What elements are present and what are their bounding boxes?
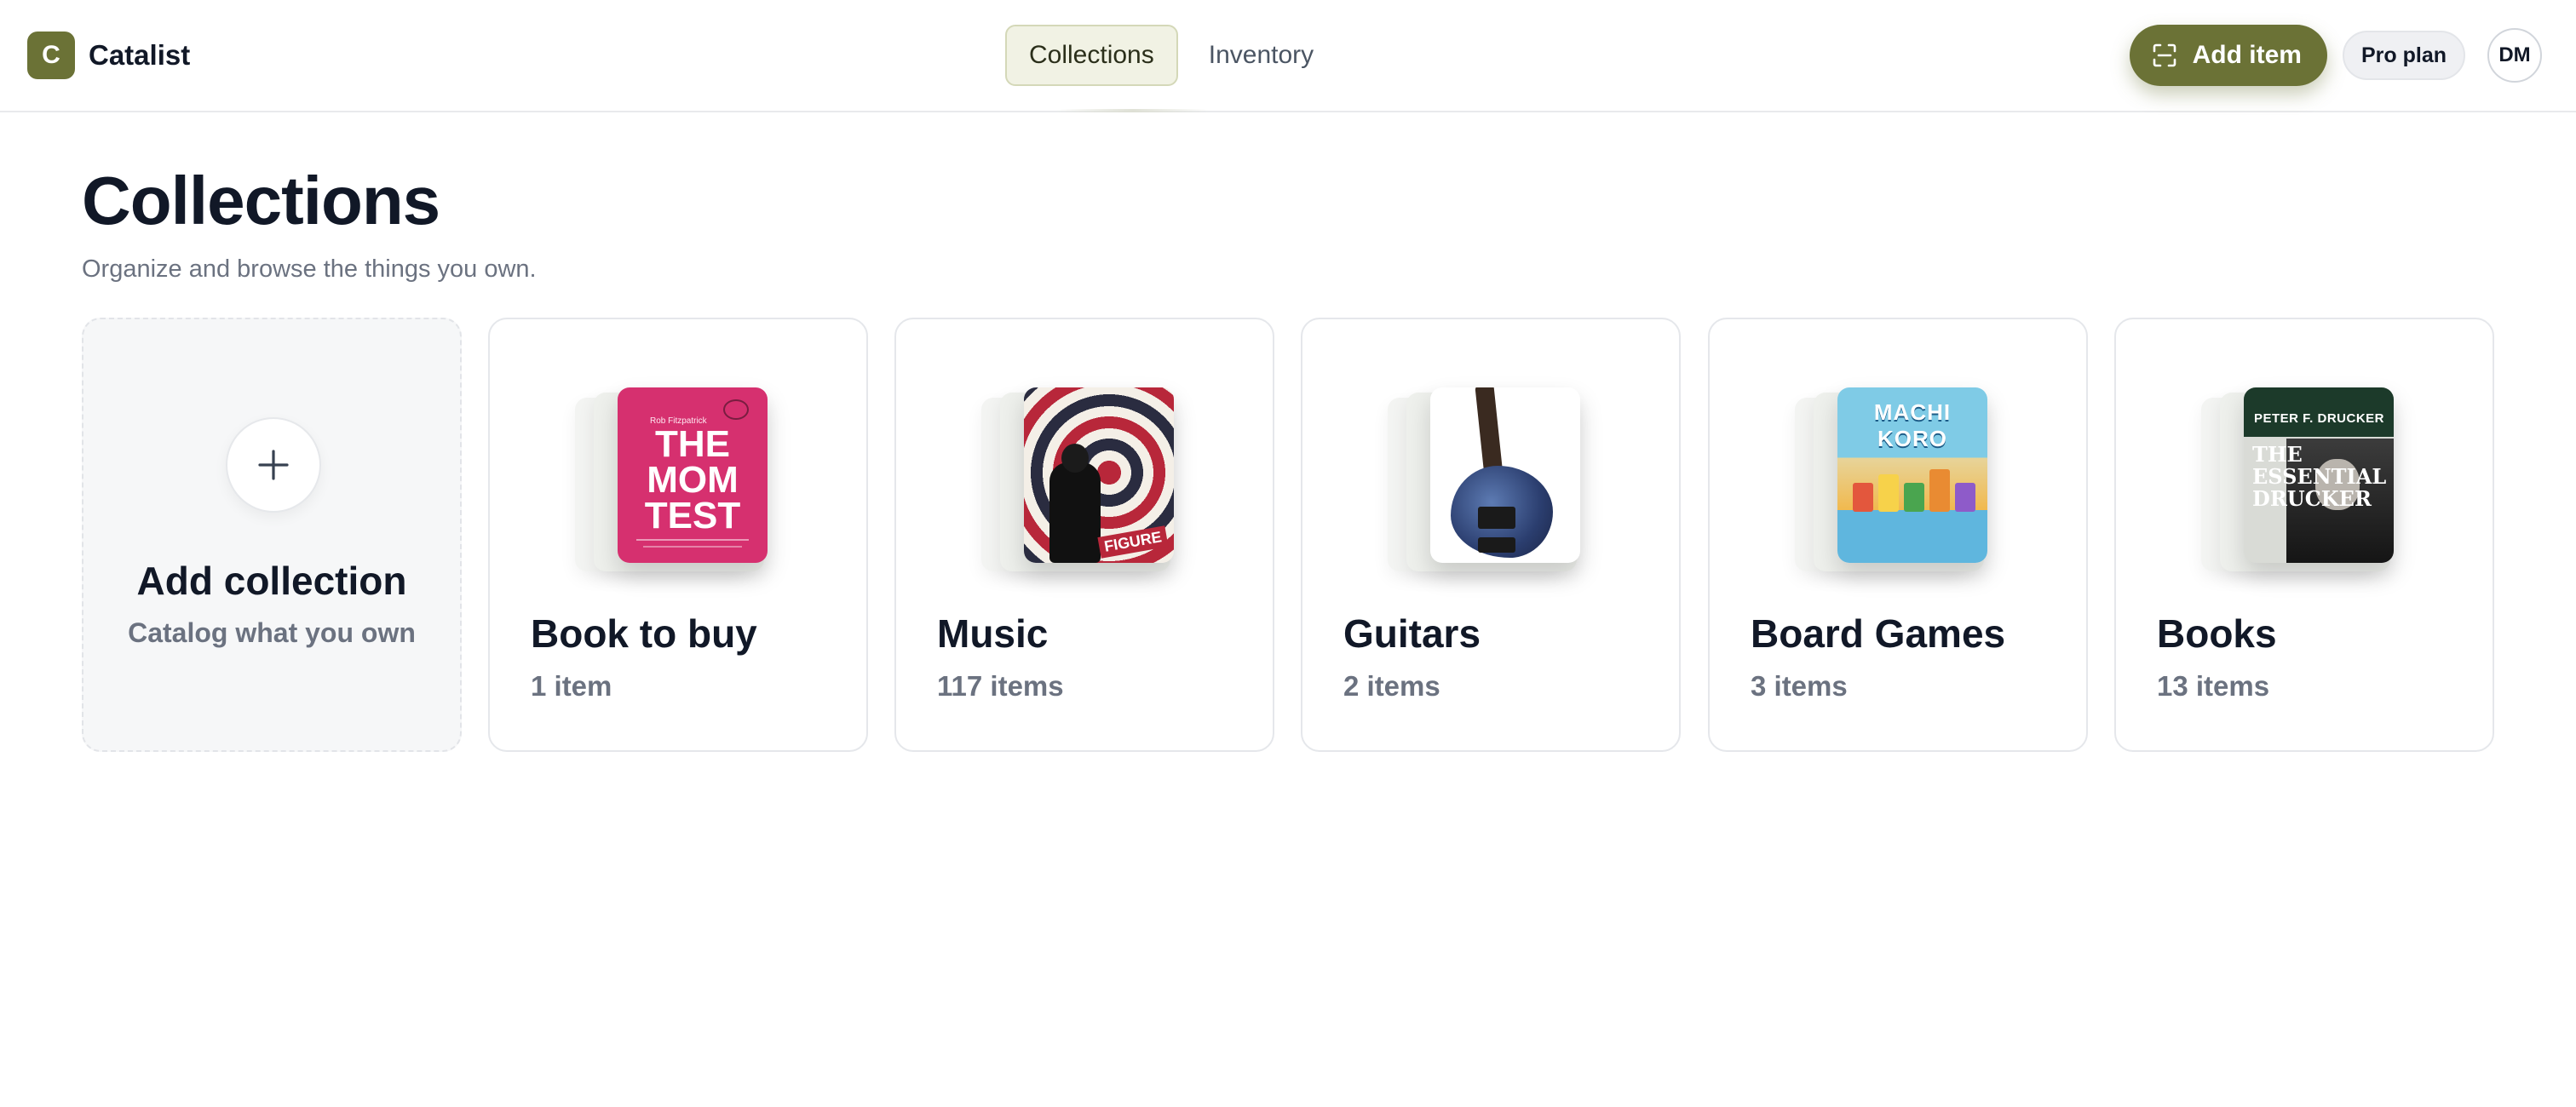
building-art xyxy=(1853,483,1873,512)
building-art xyxy=(1878,474,1899,512)
cover-tagline-line xyxy=(643,546,742,548)
tab-inventory[interactable]: Inventory xyxy=(1185,25,1337,86)
guitar-neck xyxy=(1475,387,1504,479)
cover-title: THE ESSENTIAL DRUCKER xyxy=(2252,442,2387,511)
collection-cover-stack xyxy=(1388,387,1592,575)
avatar[interactable]: DM xyxy=(2487,28,2542,83)
app-name: Catalist xyxy=(89,39,191,71)
collection-cover-stack: MACHI KORO xyxy=(1795,387,1999,575)
the-mom-test-book-cover: Rob Fitzpatrick THE MOM TEST xyxy=(618,387,768,563)
top-bar: C Catalist Collections Inventory Add ite… xyxy=(0,0,2576,112)
page-subtitle: Organize and browse the things you own. xyxy=(82,255,537,283)
tab-collections[interactable]: Collections xyxy=(1005,25,1178,86)
collection-count: 3 items xyxy=(1751,670,1848,702)
add-collection-subtitle: Catalog what you own xyxy=(128,617,416,648)
brand[interactable]: C Catalist xyxy=(27,31,190,80)
collection-cover-stack: PETER F. DRUCKER THE ESSENTIAL DRUCKER xyxy=(2201,387,2406,575)
collection-name: Music xyxy=(937,611,1049,656)
app-logo: C xyxy=(27,32,75,79)
cover-author: PETER F. DRUCKER xyxy=(2254,411,2385,426)
figure-head xyxy=(1061,444,1089,473)
collection-cover-stack: FIGURE xyxy=(981,387,1186,575)
doodle-decoration xyxy=(723,399,749,420)
collection-card-books[interactable]: PETER F. DRUCKER THE ESSENTIAL DRUCKER Boo… xyxy=(2114,318,2494,752)
scan-icon xyxy=(2152,43,2177,68)
collection-count: 1 item xyxy=(531,670,612,702)
collection-count: 13 items xyxy=(2157,670,2270,702)
collection-count: 117 items xyxy=(937,670,1064,702)
header-actions: Add item Pro plan DM xyxy=(2129,25,2542,86)
bass-guitar-photo xyxy=(1430,387,1580,563)
building-art xyxy=(1904,483,1924,512)
essential-drucker-book-cover: PETER F. DRUCKER THE ESSENTIAL DRUCKER xyxy=(2244,387,2394,563)
plan-badge[interactable]: Pro plan xyxy=(2342,31,2465,80)
collection-name: Books xyxy=(2157,611,2277,656)
collection-card-board-games[interactable]: MACHI KORO Board Games 3 items xyxy=(1708,318,2088,752)
add-collection-title: Add collection xyxy=(136,559,407,603)
figure-silhouette xyxy=(1049,462,1101,563)
add-item-button[interactable]: Add item xyxy=(2129,25,2327,86)
guitar-pickup xyxy=(1478,537,1515,553)
collection-name: Board Games xyxy=(1751,611,2006,656)
building-art xyxy=(1929,469,1950,512)
cover-tagline-line xyxy=(636,539,749,541)
add-item-label: Add item xyxy=(2192,41,2302,69)
page-title: Collections xyxy=(82,163,440,238)
collection-name: Guitars xyxy=(1343,611,1481,656)
cover-title: THE MOM TEST xyxy=(644,423,741,536)
nav-divider xyxy=(1056,109,1210,112)
building-art xyxy=(1955,483,1975,512)
music-album-covers: FIGURE xyxy=(1024,387,1174,563)
game-title: MACHI KORO xyxy=(1873,399,1952,451)
collection-card-guitars[interactable]: Guitars 2 items xyxy=(1301,318,1681,752)
collection-cover-stack: Rob Fitzpatrick THE MOM TEST xyxy=(575,387,779,575)
collection-count: 2 items xyxy=(1343,670,1440,702)
guitar-pickup xyxy=(1478,507,1515,529)
collection-card-music[interactable]: FIGURE Music 117 items xyxy=(894,318,1274,752)
machi-koro-box-art: MACHI KORO xyxy=(1837,387,1987,563)
collection-card-book-to-buy[interactable]: Rob Fitzpatrick THE MOM TEST Book to buy 1… xyxy=(488,318,868,752)
plus-icon[interactable] xyxy=(226,417,321,513)
main-nav: Collections Inventory xyxy=(1005,25,1337,86)
collection-name: Book to buy xyxy=(531,611,757,656)
add-collection-card[interactable]: Add collection Catalog what you own xyxy=(82,318,462,752)
